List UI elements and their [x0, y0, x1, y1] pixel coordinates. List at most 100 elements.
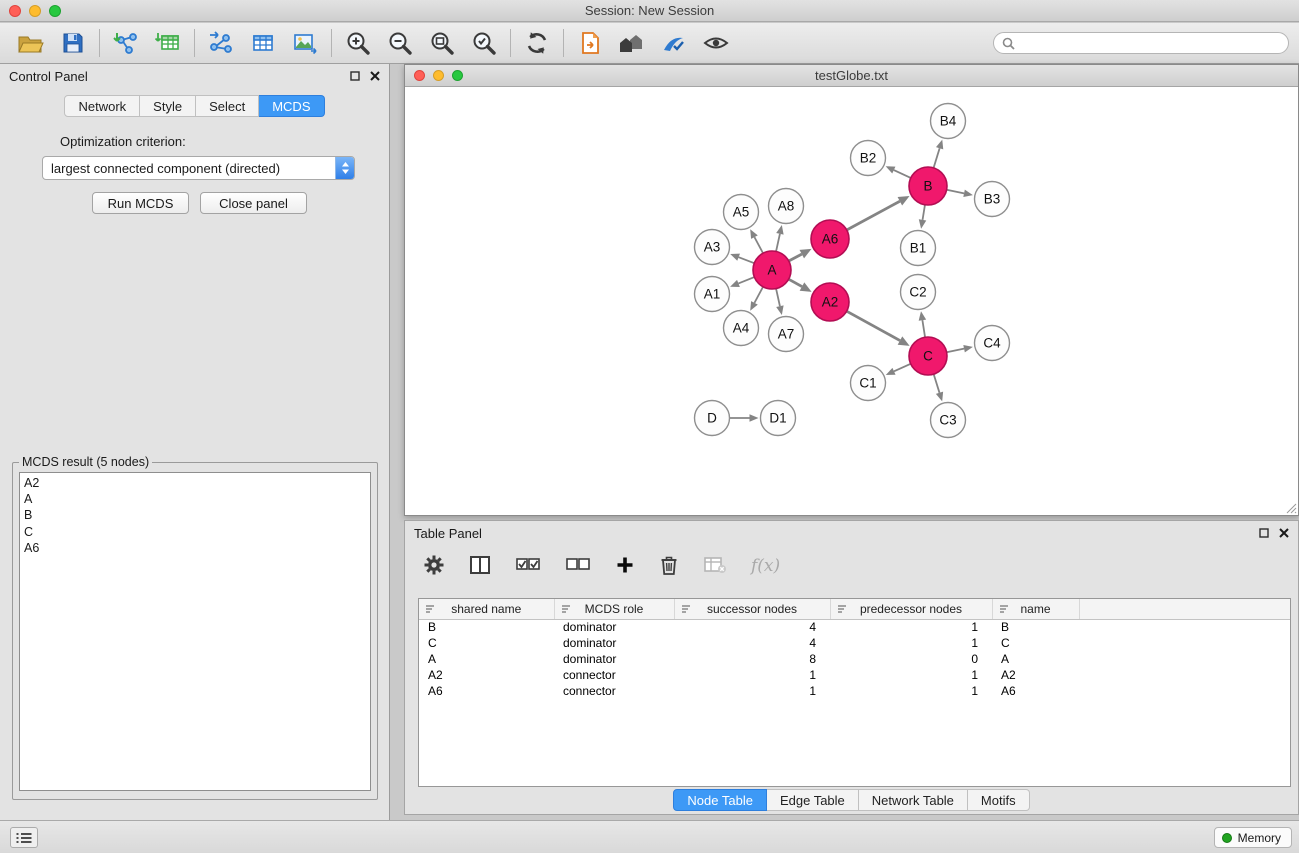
table-cell[interactable]: dominator: [554, 619, 674, 635]
float-panel-icon[interactable]: [350, 71, 360, 81]
tab-network-table[interactable]: Network Table: [859, 789, 968, 811]
table-row[interactable]: Cdominator41C: [419, 635, 1291, 651]
table-cell[interactable]: A: [419, 651, 554, 667]
minimize-window-button[interactable]: [29, 5, 41, 17]
zoom-network-window-button[interactable]: [452, 70, 463, 81]
search-input[interactable]: [1020, 36, 1280, 50]
table-cell[interactable]: B: [419, 619, 554, 635]
window-titlebar[interactable]: Session: New Session: [0, 0, 1299, 22]
mcds-result-item[interactable]: A6: [24, 540, 370, 556]
graph-edge[interactable]: [738, 277, 754, 283]
table-cell[interactable]: 1: [674, 683, 830, 699]
show-columns-button[interactable]: [469, 555, 491, 578]
table-cell[interactable]: 1: [830, 667, 992, 683]
delete-column-button[interactable]: [659, 554, 679, 579]
open-session-button[interactable]: [10, 26, 52, 60]
graph-edge[interactable]: [739, 257, 755, 263]
graph-edge[interactable]: [847, 311, 900, 340]
table-cell[interactable]: A: [992, 651, 1079, 667]
run-mcds-button[interactable]: Run MCDS: [92, 192, 189, 214]
table-cell[interactable]: 8: [674, 651, 830, 667]
graph-edge[interactable]: [789, 254, 802, 261]
table-cell[interactable]: 1: [830, 635, 992, 651]
save-session-button[interactable]: [52, 26, 94, 60]
select-all-button[interactable]: [515, 555, 541, 578]
show-hide-button[interactable]: [695, 26, 737, 60]
graph-edge[interactable]: [754, 237, 763, 253]
graph-edge[interactable]: [789, 279, 802, 286]
unselect-all-button[interactable]: [565, 555, 591, 578]
mcds-result-list[interactable]: A2ABCA6: [19, 472, 371, 791]
table-cell[interactable]: connector: [554, 667, 674, 683]
table-cell[interactable]: 4: [674, 619, 830, 635]
table-cell[interactable]: A6: [992, 683, 1079, 699]
table-cell[interactable]: dominator: [554, 635, 674, 651]
close-window-button[interactable]: [9, 5, 21, 17]
tab-edge-table[interactable]: Edge Table: [767, 789, 859, 811]
zoom-in-button[interactable]: [337, 26, 379, 60]
graph-edge[interactable]: [847, 201, 900, 230]
tab-mcds[interactable]: MCDS: [259, 95, 324, 117]
network-graph[interactable]: B4B2BB3A5A8A6B1A3AC2A1A2A4A7C4CC1C3DD1: [405, 87, 1298, 515]
table-cell[interactable]: C: [419, 635, 554, 651]
float-table-panel-icon[interactable]: [1259, 528, 1269, 538]
tab-network[interactable]: Network: [64, 95, 140, 117]
network-canvas[interactable]: B4B2BB3A5A8A6B1A3AC2A1A2A4A7C4CC1C3DD1: [405, 87, 1298, 515]
zoom-fit-button[interactable]: [421, 26, 463, 60]
table-settings-button[interactable]: [423, 554, 445, 579]
close-panel-button[interactable]: Close panel: [200, 192, 307, 214]
show-panels-button[interactable]: [10, 827, 38, 848]
import-table-button[interactable]: [147, 26, 189, 60]
table-cell[interactable]: C: [992, 635, 1079, 651]
table-row[interactable]: Adominator80A: [419, 651, 1291, 667]
column-header-shared-name[interactable]: shared name: [419, 599, 554, 619]
column-header-predecessor-nodes[interactable]: predecessor nodes: [830, 599, 992, 619]
add-column-button[interactable]: [615, 555, 635, 578]
graph-edge[interactable]: [923, 205, 925, 220]
search-box[interactable]: [993, 32, 1289, 54]
refresh-button[interactable]: [516, 26, 558, 60]
home-view-button[interactable]: [611, 26, 653, 60]
graph-edge[interactable]: [754, 287, 763, 303]
graph-edge[interactable]: [947, 190, 964, 194]
export-image-button[interactable]: [284, 26, 326, 60]
table-cell[interactable]: connector: [554, 683, 674, 699]
zoom-selected-button[interactable]: [463, 26, 505, 60]
table-cell[interactable]: 1: [830, 619, 992, 635]
new-table-button[interactable]: [242, 26, 284, 60]
graph-edge[interactable]: [934, 374, 940, 393]
tab-select[interactable]: Select: [196, 95, 259, 117]
table-row[interactable]: A6connector11A6: [419, 683, 1291, 699]
graph-edge[interactable]: [922, 320, 925, 337]
mcds-result-item[interactable]: A2: [24, 475, 370, 491]
table-row[interactable]: Bdominator41B: [419, 619, 1291, 635]
close-table-panel-icon[interactable]: [1279, 528, 1289, 538]
graph-edge[interactable]: [776, 234, 780, 252]
table-cell[interactable]: 4: [674, 635, 830, 651]
zoom-out-button[interactable]: [379, 26, 421, 60]
apply-style-button[interactable]: [653, 26, 695, 60]
open-document-button[interactable]: [569, 26, 611, 60]
resize-grip[interactable]: [1285, 502, 1297, 514]
column-header-mcds-role[interactable]: MCDS role: [554, 599, 674, 619]
mcds-result-item[interactable]: C: [24, 524, 370, 540]
mcds-result-item[interactable]: B: [24, 507, 370, 523]
network-window-titlebar[interactable]: testGlobe.txt: [405, 65, 1298, 87]
memory-button[interactable]: Memory: [1214, 827, 1292, 848]
mcds-result-item[interactable]: A: [24, 491, 370, 507]
column-header-name[interactable]: name: [992, 599, 1079, 619]
tab-style[interactable]: Style: [140, 95, 196, 117]
optimization-criterion-select[interactable]: largest connected component (directed): [42, 156, 355, 180]
graph-edge[interactable]: [934, 148, 940, 168]
table-cell[interactable]: A6: [419, 683, 554, 699]
import-network-button[interactable]: [105, 26, 147, 60]
close-network-window-button[interactable]: [414, 70, 425, 81]
table-cell[interactable]: dominator: [554, 651, 674, 667]
tab-motifs[interactable]: Motifs: [968, 789, 1030, 811]
column-header-successor-nodes[interactable]: successor nodes: [674, 599, 830, 619]
node-table[interactable]: shared name MCDS role successor nodes: [418, 598, 1291, 787]
new-network-button[interactable]: [200, 26, 242, 60]
zoom-window-button[interactable]: [49, 5, 61, 17]
graph-edge[interactable]: [894, 364, 911, 372]
table-cell[interactable]: 1: [674, 667, 830, 683]
